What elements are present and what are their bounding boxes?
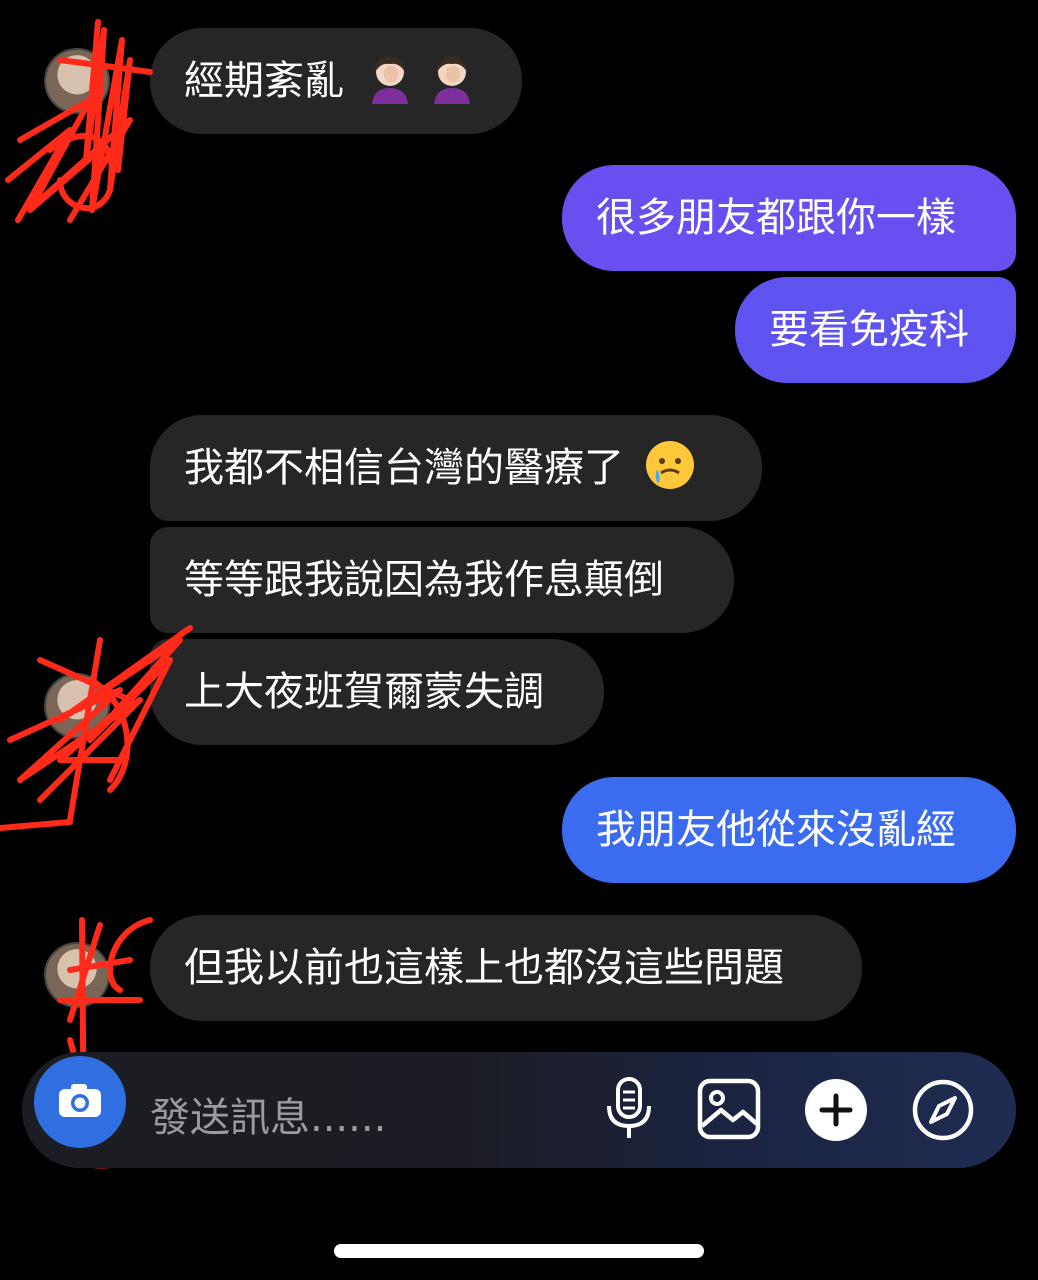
camera-icon (57, 1081, 103, 1123)
message-input[interactable]: 發送訊息...... (150, 1085, 386, 1143)
message-bubble-incoming[interactable]: 等等跟我說因為我作息顛倒 (150, 527, 734, 633)
plus-icon[interactable] (804, 1078, 868, 1146)
home-indicator (334, 1244, 704, 1258)
message-text: 很多朋友都跟你一樣 (596, 195, 956, 241)
message-bubble-outgoing[interactable]: 很多朋友都跟你一樣 (562, 165, 1016, 271)
avatar[interactable] (44, 673, 110, 739)
message-bubble-incoming[interactable]: 上大夜班賀爾蒙失調 (150, 639, 604, 745)
message-bubble-outgoing[interactable]: 我朋友他從來沒亂經 (562, 777, 1016, 883)
message-bubble-outgoing[interactable]: 要看免疫科 (735, 277, 1016, 383)
message-bubble-incoming[interactable]: 我都不相信台灣的醫療了 (150, 415, 762, 521)
crying-smile-icon (644, 439, 696, 498)
message-text: 要看免疫科 (769, 307, 969, 353)
message-text: 等等跟我說因為我作息顛倒 (184, 557, 664, 603)
message-text: 經期紊亂 (184, 58, 344, 104)
message-text: 但我以前也這樣上也都沒這些問題 (184, 945, 784, 991)
facepalm-woman-icon (426, 52, 478, 111)
compass-icon[interactable] (911, 1078, 975, 1146)
avatar[interactable] (44, 48, 110, 114)
camera-button[interactable] (34, 1056, 126, 1148)
message-bubble-incoming[interactable]: 經期紊亂 (150, 28, 522, 134)
microphone-icon[interactable] (603, 1076, 655, 1146)
image-icon[interactable] (697, 1078, 761, 1144)
facepalm-woman-icon (364, 52, 416, 111)
message-text: 我都不相信台灣的醫療了 (184, 445, 624, 491)
message-text: 我朋友他從來沒亂經 (596, 807, 956, 853)
message-bubble-incoming[interactable]: 但我以前也這樣上也都沒這些問題 (150, 915, 862, 1021)
message-text: 上大夜班賀爾蒙失調 (184, 669, 544, 715)
avatar[interactable] (44, 942, 110, 1008)
